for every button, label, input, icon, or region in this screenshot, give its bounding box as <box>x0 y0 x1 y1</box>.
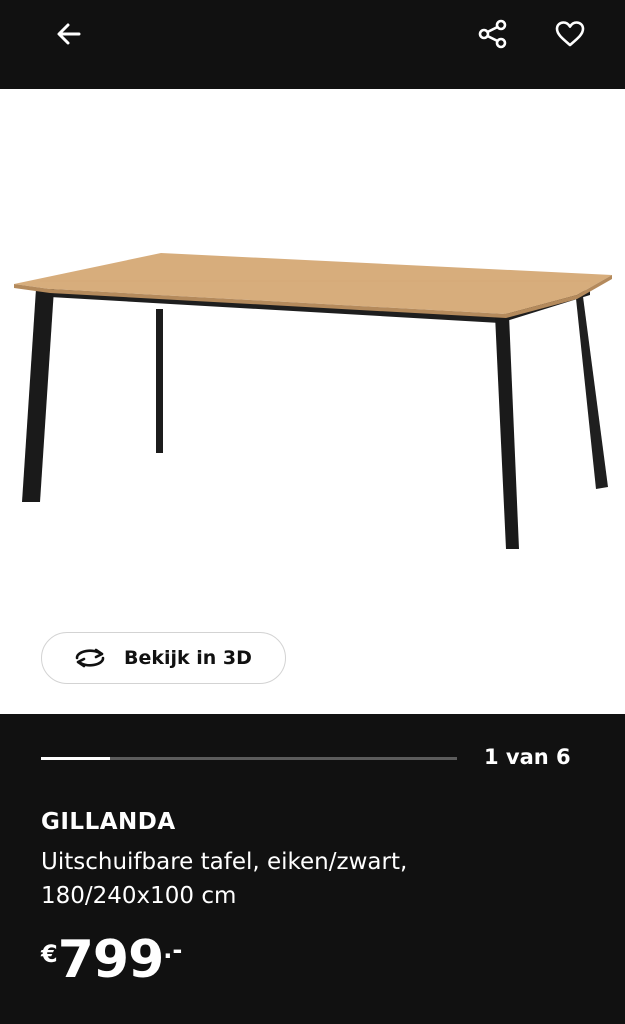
view-3d-button[interactable]: Bekijk in 3D <box>41 632 286 684</box>
view-3d-label: Bekijk in 3D <box>124 647 252 669</box>
heart-icon <box>555 21 585 47</box>
back-button[interactable] <box>47 12 91 56</box>
product-info: 1 van 6 GILLANDA Uitschuifbare tafel, ei… <box>0 714 625 1024</box>
price-currency: € <box>41 940 58 968</box>
arrow-left-icon <box>57 23 81 45</box>
share-icon <box>478 19 507 49</box>
top-bar <box>0 0 625 89</box>
gallery-progress-fill <box>41 757 111 760</box>
rotate-3d-icon <box>72 646 108 670</box>
product-price: € 799 .- <box>41 932 182 988</box>
price-amount: 799 <box>57 930 165 990</box>
gallery-counter: 1 van 6 <box>484 745 571 769</box>
gallery-progress <box>41 757 457 760</box>
product-image-area[interactable]: Bekijk in 3D <box>0 89 625 714</box>
price-decimals: .- <box>163 936 183 964</box>
product-description: Uitschuifbare tafel, eiken/zwart, 180/24… <box>41 849 408 909</box>
favorite-button[interactable] <box>548 12 592 56</box>
product-name: GILLANDA <box>41 809 176 835</box>
share-button[interactable] <box>471 12 515 56</box>
product-image <box>14 253 612 549</box>
